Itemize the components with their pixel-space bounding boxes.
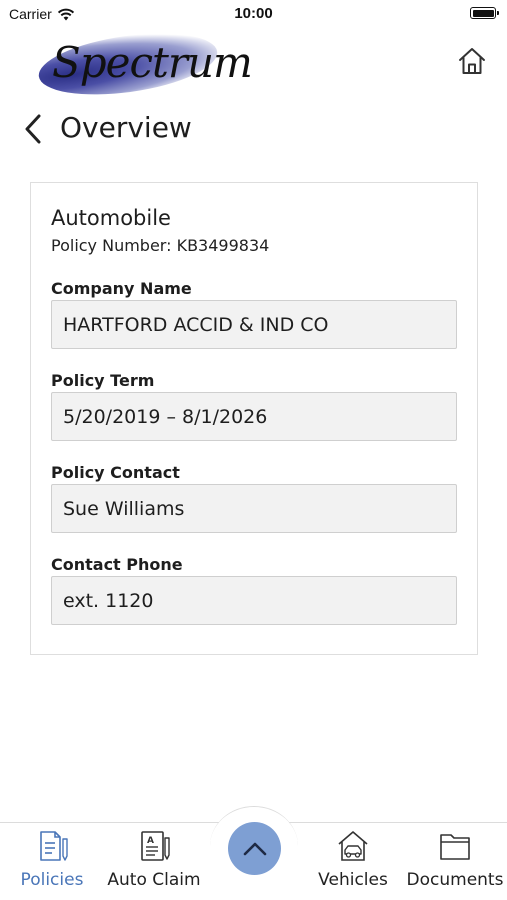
company-name-field: HARTFORD ACCID & IND CO	[51, 300, 457, 349]
tab-vehicles-label: Vehicles	[318, 870, 388, 890]
policy-card: Automobile Policy Number: KB3499834 Comp…	[30, 182, 478, 655]
tab-policies-label: Policies	[20, 870, 84, 890]
policy-term-label: Policy Term	[51, 371, 155, 390]
company-name-value: HARTFORD ACCID & IND CO	[63, 313, 329, 336]
auto-claim-icon: A	[137, 828, 171, 864]
contact-phone-label: Contact Phone	[51, 555, 183, 574]
chevron-left-icon	[25, 114, 41, 144]
policy-number: Policy Number: KB3499834	[51, 236, 270, 255]
documents-icon	[438, 828, 472, 864]
policy-contact-label: Policy Contact	[51, 463, 180, 482]
back-button[interactable]	[22, 112, 50, 146]
contact-phone-value: ext. 1120	[63, 589, 154, 612]
home-icon	[459, 48, 485, 74]
policy-term-field: 5/20/2019 – 8/1/2026	[51, 392, 457, 441]
status-time: 10:00	[234, 5, 273, 22]
tab-documents[interactable]: Documents	[407, 828, 503, 896]
policy-type: Automobile	[51, 206, 171, 230]
policy-term-value: 5/20/2019 – 8/1/2026	[63, 405, 268, 428]
spectrum-logo: Spectrum	[34, 23, 253, 105]
policies-icon	[35, 828, 69, 864]
expand-menu-button[interactable]	[228, 822, 281, 875]
policy-contact-field: Sue Williams	[51, 484, 457, 533]
policy-contact-value: Sue Williams	[63, 497, 185, 520]
tab-vehicles[interactable]: Vehicles	[305, 828, 401, 896]
home-button[interactable]	[455, 44, 489, 78]
chevron-up-icon	[243, 842, 266, 855]
page-title: Overview	[60, 111, 192, 144]
tab-policies[interactable]: Policies	[4, 828, 100, 896]
tab-documents-label: Documents	[406, 870, 504, 890]
status-bar: Carrier 10:00	[0, 0, 507, 28]
battery-icon	[470, 7, 499, 19]
tab-auto-claim-label: Auto Claim	[107, 870, 201, 890]
svg-text:A: A	[147, 836, 154, 846]
contact-phone-field[interactable]: ext. 1120	[51, 576, 457, 625]
tab-auto-claim[interactable]: A Auto Claim	[106, 828, 202, 896]
vehicles-icon	[336, 828, 370, 864]
logo-text: Spectrum	[52, 38, 253, 87]
company-name-label: Company Name	[51, 279, 192, 298]
